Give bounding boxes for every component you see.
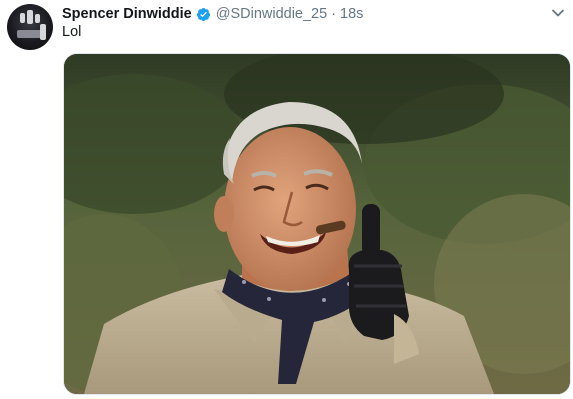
avatar-figure (40, 24, 46, 40)
tweet-header: Spencer Dinwiddie @SDinwiddie_25 · 18s (62, 4, 363, 24)
avatar-figure (20, 13, 25, 23)
photo-man-thumbs-up (64, 54, 570, 394)
author-handle[interactable]: @SDinwiddie_25 (216, 6, 327, 22)
chevron-down-icon[interactable] (551, 6, 565, 20)
avatar-figure (35, 14, 40, 23)
avatar[interactable] (7, 4, 53, 50)
author-name[interactable]: Spencer Dinwiddie (62, 6, 192, 22)
avatar-figure (27, 10, 33, 24)
timestamp[interactable]: 18s (340, 6, 363, 22)
tweet-text: Lol (62, 24, 82, 40)
verified-badge-icon (196, 7, 210, 21)
separator-dot: · (331, 6, 337, 22)
tweet-media-image[interactable] (63, 53, 571, 395)
